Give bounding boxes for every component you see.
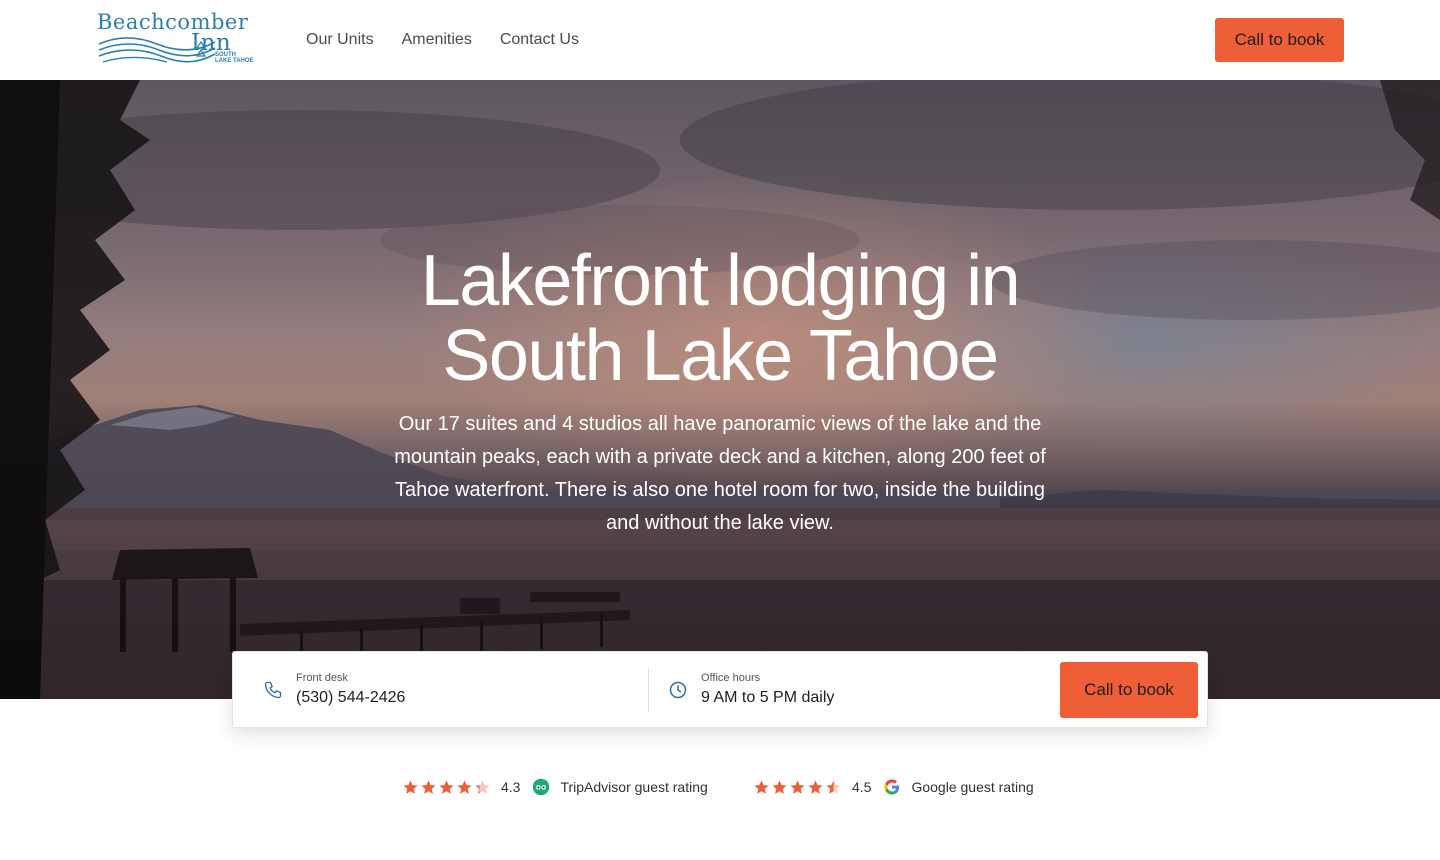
contact-info-card: Front desk (530) 544-2426 Office hours 9… bbox=[232, 651, 1208, 728]
header-call-to-book-button[interactable]: Call to book bbox=[1215, 18, 1344, 62]
card-call-to-book-button[interactable]: Call to book bbox=[1060, 662, 1198, 718]
tripadvisor-label: TripAdvisor guest rating bbox=[560, 779, 708, 795]
nav-amenities[interactable]: Amenities bbox=[402, 30, 472, 50]
office-hours-label: Office hours bbox=[701, 672, 761, 684]
tripadvisor-stars bbox=[402, 779, 491, 796]
star-icon bbox=[826, 779, 841, 794]
clock-icon bbox=[669, 681, 687, 699]
front-desk-label: Front desk bbox=[296, 672, 348, 684]
front-desk-phone[interactable]: (530) 544-2426 bbox=[296, 689, 405, 707]
office-hours-value: 9 AM to 5 PM daily bbox=[701, 689, 835, 706]
hero-description: Our 17 suites and 4 studios all have pan… bbox=[394, 413, 1046, 534]
info-divider bbox=[648, 668, 649, 712]
tripadvisor-icon bbox=[533, 778, 550, 796]
google-score: 4.5 bbox=[852, 779, 872, 795]
phone-icon bbox=[264, 681, 282, 699]
google-label: Google guest rating bbox=[911, 779, 1034, 795]
star-icon bbox=[403, 779, 418, 794]
ratings-bar: 4.3 TripAdvisor guest rating 4.5 Google … bbox=[0, 776, 1440, 798]
tripadvisor-score: 4.3 bbox=[501, 779, 521, 795]
office-hours-info: Office hours 9 AM to 5 PM daily bbox=[668, 652, 1048, 729]
google-stars bbox=[753, 779, 842, 796]
site-header: Beachcomber Inn SOUTH LAKE TAHOE Our Uni… bbox=[0, 0, 1440, 80]
star-icon bbox=[754, 779, 769, 794]
nav-our-units[interactable]: Our Units bbox=[306, 30, 374, 50]
star-icon bbox=[457, 779, 472, 794]
google-rating[interactable]: 4.5 Google guest rating bbox=[753, 776, 1034, 798]
star-icon bbox=[475, 779, 490, 794]
hero-section: Lakefront lodging in South Lake Tahoe Ou… bbox=[0, 80, 1440, 699]
nav-contact-us[interactable]: Contact Us bbox=[500, 30, 579, 50]
google-icon bbox=[884, 779, 900, 795]
tripadvisor-rating[interactable]: 4.3 TripAdvisor guest rating bbox=[402, 776, 708, 798]
hero-title: Lakefront lodging in South Lake Tahoe bbox=[420, 241, 1021, 396]
beachcomber-inn-logo[interactable]: Beachcomber Inn SOUTH LAKE TAHOE bbox=[97, 12, 259, 66]
main-nav: Our Units Amenities Contact Us bbox=[306, 30, 579, 50]
front-desk-info[interactable]: Front desk (530) 544-2426 bbox=[263, 652, 643, 729]
star-icon bbox=[439, 779, 454, 794]
star-icon bbox=[790, 779, 805, 794]
logo-subtitle: SOUTH LAKE TAHOE bbox=[215, 52, 254, 64]
star-icon bbox=[421, 779, 436, 794]
star-icon bbox=[808, 779, 823, 794]
star-icon bbox=[772, 779, 787, 794]
logo-waves-icon bbox=[98, 37, 216, 63]
